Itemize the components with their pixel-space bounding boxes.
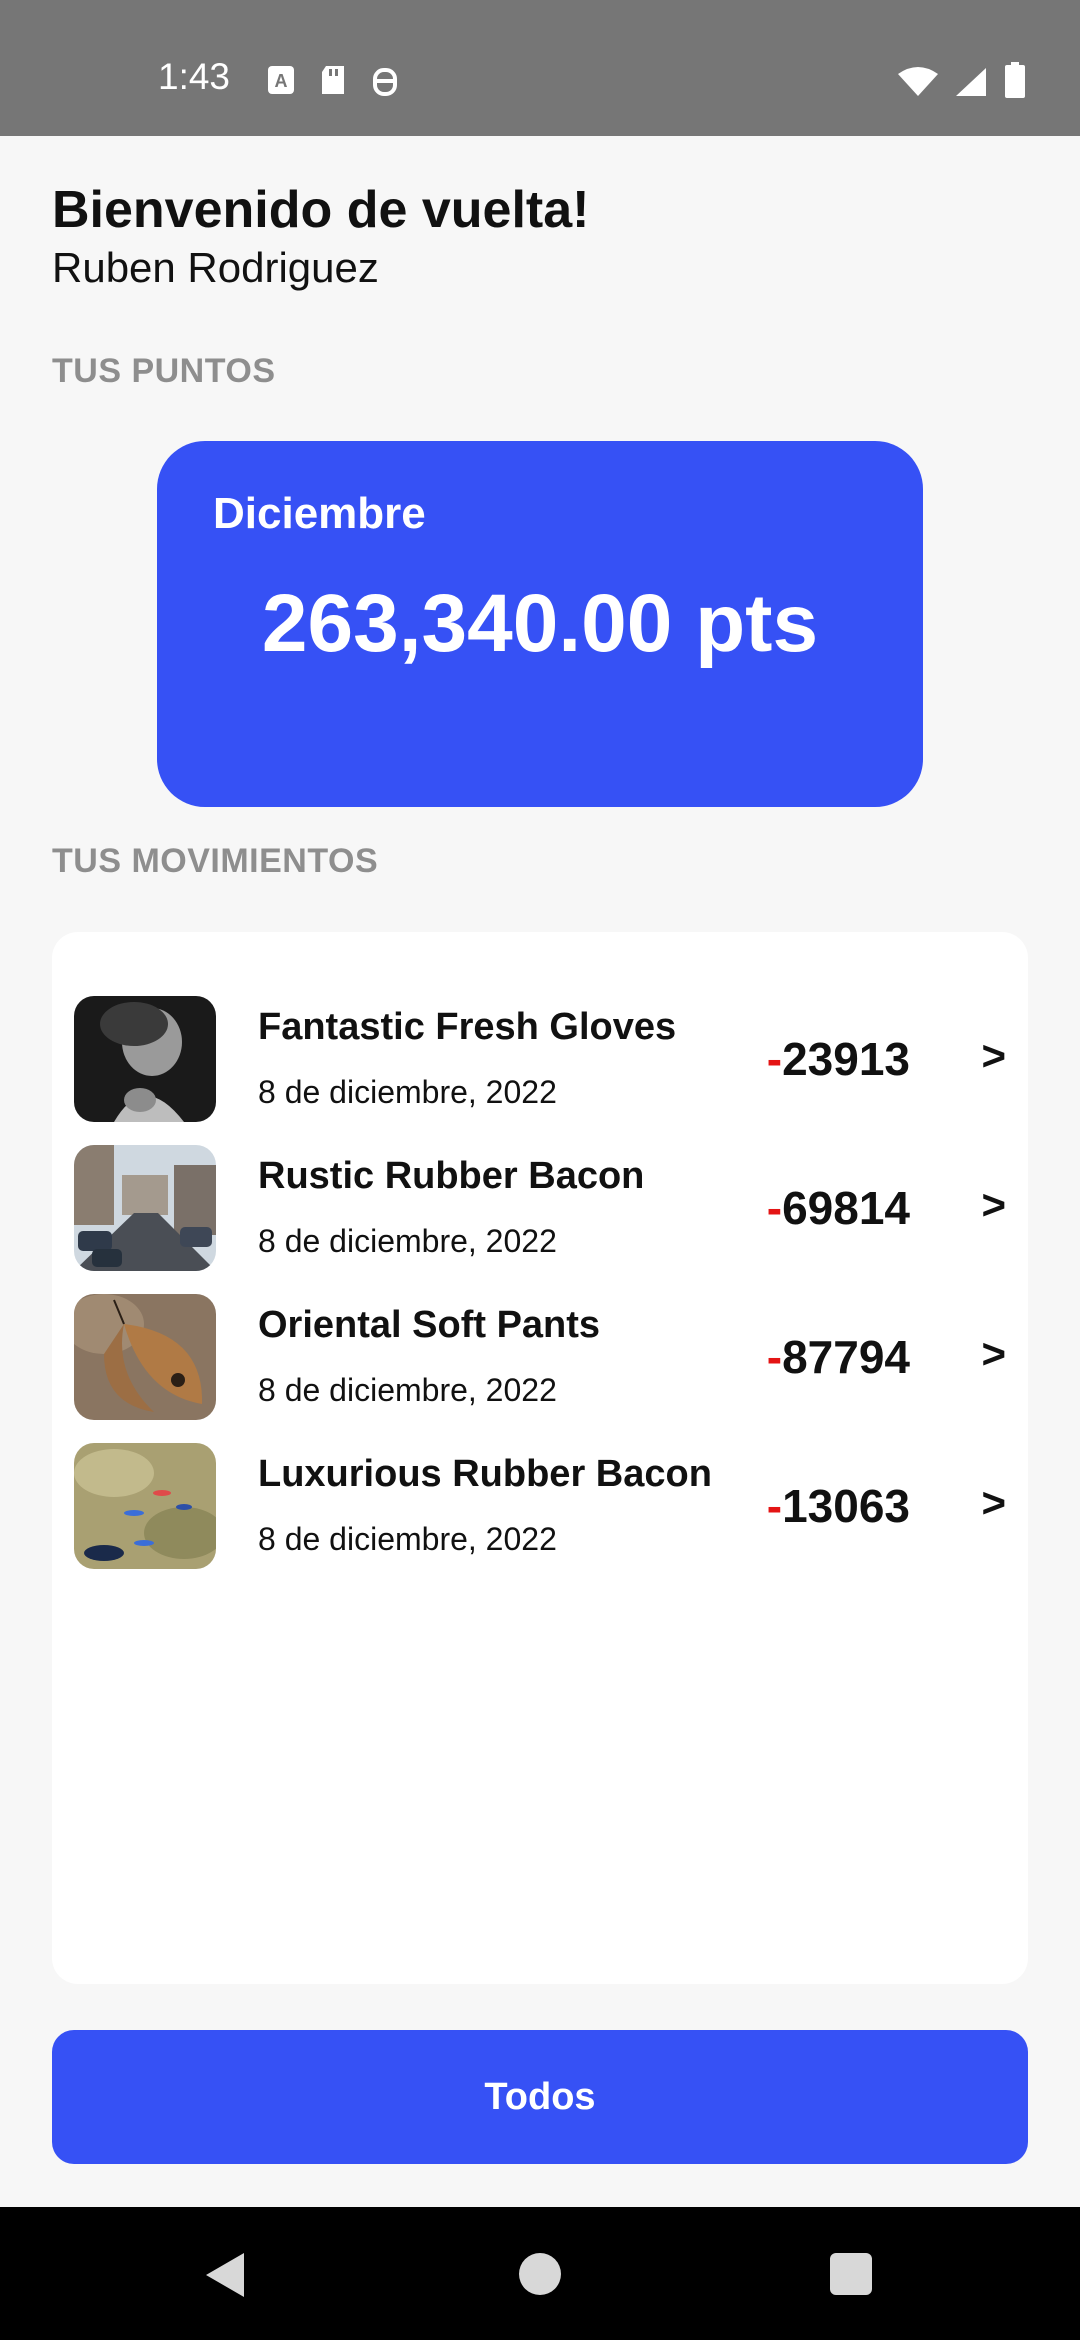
item-title: Rustic Rubber Bacon: [258, 1155, 645, 1197]
negative-sign: -: [766, 1331, 783, 1383]
amount-value: 13063: [782, 1480, 910, 1532]
negative-sign: -: [766, 1480, 783, 1532]
item-amount: -23913: [767, 1032, 910, 1086]
chevron-right-icon[interactable]: >: [981, 1181, 1006, 1229]
navigation-bar: [0, 2207, 1080, 2340]
amount-value: 87794: [782, 1331, 910, 1383]
signal-icon: [954, 66, 988, 103]
negative-sign: -: [766, 1182, 783, 1234]
negative-sign: -: [766, 1033, 783, 1085]
status-icons-left: A: [266, 64, 400, 96]
item-title: Luxurious Rubber Bacon: [258, 1453, 712, 1495]
home-icon[interactable]: [519, 2253, 561, 2295]
points-value: 263,340.00 pts: [261, 578, 819, 669]
status-bar: 1:43 A: [0, 0, 1080, 136]
item-date: 8 de diciembre, 2022: [258, 1074, 557, 1110]
status-time: 1:43: [158, 56, 231, 97]
item-amount: -13063: [767, 1479, 910, 1533]
chevron-right-icon[interactable]: >: [981, 1032, 1006, 1080]
item-date: 8 de diciembre, 2022: [258, 1223, 557, 1259]
debug-icon: [370, 64, 400, 96]
welcome-title: Bienvenido de vuelta!: [52, 181, 590, 239]
chevron-right-icon[interactable]: >: [981, 1479, 1006, 1527]
chevron-right-icon[interactable]: >: [981, 1330, 1006, 1378]
all-button[interactable]: Todos: [52, 2030, 1028, 2164]
butterfly-photo: [74, 1294, 216, 1420]
list-item[interactable]: Fantastic Fresh Gloves 8 de diciembre, 2…: [52, 996, 1028, 1122]
moves-section-label: TUS MOVIMIENTOS: [52, 842, 379, 880]
amount-value: 23913: [782, 1033, 910, 1085]
moves-list: Fantastic Fresh Gloves 8 de diciembre, 2…: [52, 932, 1028, 1984]
item-title: Fantastic Fresh Gloves: [258, 1006, 677, 1048]
translate-icon: A: [266, 64, 296, 96]
list-item[interactable]: Rustic Rubber Bacon 8 de diciembre, 2022…: [52, 1145, 1028, 1271]
item-date: 8 de diciembre, 2022: [258, 1521, 557, 1557]
item-date: 8 de diciembre, 2022: [258, 1372, 557, 1408]
item-amount: -69814: [767, 1181, 910, 1235]
list-item[interactable]: Luxurious Rubber Bacon 8 de diciembre, 2…: [52, 1443, 1028, 1569]
child-photo: [74, 996, 216, 1122]
fish-photo: [74, 1443, 216, 1569]
points-month: Diciembre: [213, 489, 426, 538]
points-section-label: TUS PUNTOS: [52, 352, 276, 390]
back-icon[interactable]: [206, 2253, 244, 2297]
user-name: Ruben Rodriguez: [52, 244, 379, 291]
recents-icon[interactable]: [830, 2253, 872, 2295]
street-photo: [74, 1145, 216, 1271]
points-card: Diciembre 263,340.00 pts: [157, 441, 923, 807]
list-item[interactable]: Oriental Soft Pants 8 de diciembre, 2022…: [52, 1294, 1028, 1420]
svg-text:A: A: [275, 71, 288, 91]
item-amount: -87794: [767, 1330, 910, 1384]
amount-value: 69814: [782, 1182, 910, 1234]
battery-icon: [1004, 62, 1026, 103]
sd-card-icon: [318, 64, 348, 96]
wifi-icon: [898, 66, 938, 103]
status-icons-right: [898, 62, 1026, 103]
item-title: Oriental Soft Pants: [258, 1304, 601, 1346]
